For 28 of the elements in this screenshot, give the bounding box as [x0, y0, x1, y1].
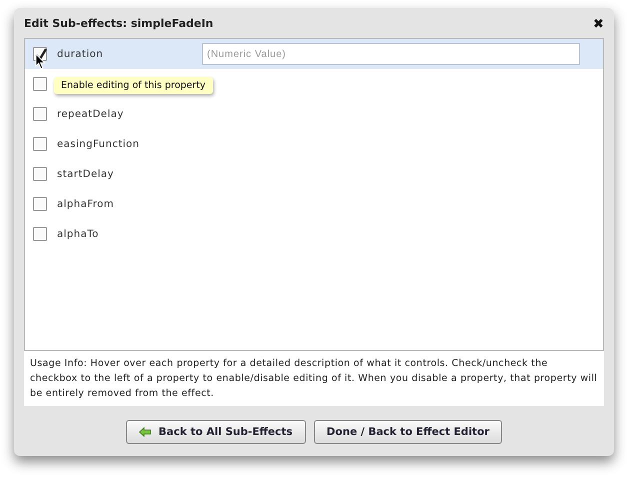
close-button[interactable]: ✖ — [593, 16, 604, 30]
property-row[interactable]: easingFunction — [25, 129, 603, 159]
checkbox[interactable] — [33, 197, 47, 211]
checkbox[interactable] — [33, 107, 47, 121]
done-button[interactable]: Done / Back to Effect Editor — [314, 420, 502, 444]
mouse-pointer-icon — [35, 53, 46, 70]
property-label: alphaFrom — [57, 198, 115, 210]
usage-info-text: Usage Info: Hover over each property for a detailed description of what it controls. Check/uncheck the checkbox to the left of a property to enable/disable editing of it. When you disable a property, that property will be entirely removed from the effect. — [29, 357, 598, 401]
property-label: startDelay — [57, 168, 115, 180]
property-row[interactable]: alphaTo — [25, 219, 603, 249]
property-row[interactable]: duration (Numeric Value) — [25, 39, 603, 69]
back-button[interactable]: Back to All Sub-Effects — [126, 420, 306, 444]
property-row[interactable]: repeatDelay — [25, 99, 603, 129]
left-arrow-icon — [138, 427, 151, 437]
property-label: duration — [57, 48, 104, 60]
checkbox[interactable] — [33, 227, 47, 241]
checkbox[interactable] — [33, 77, 47, 91]
checkbox[interactable] — [33, 167, 47, 181]
dialog-title: Edit Sub-effects: simpleFadeIn — [24, 16, 214, 30]
tooltip: Enable editing of this property — [54, 77, 213, 94]
checkbox[interactable] — [33, 137, 47, 151]
property-row[interactable]: Enable editing of this property — [25, 69, 603, 99]
property-label: easingFunction — [57, 138, 140, 150]
property-row[interactable]: startDelay — [25, 159, 603, 189]
property-row[interactable]: alphaFrom — [25, 189, 603, 219]
property-label: repeatDelay — [57, 108, 125, 120]
value-field[interactable]: (Numeric Value) — [202, 43, 580, 65]
property-label: alphaTo — [57, 228, 100, 240]
